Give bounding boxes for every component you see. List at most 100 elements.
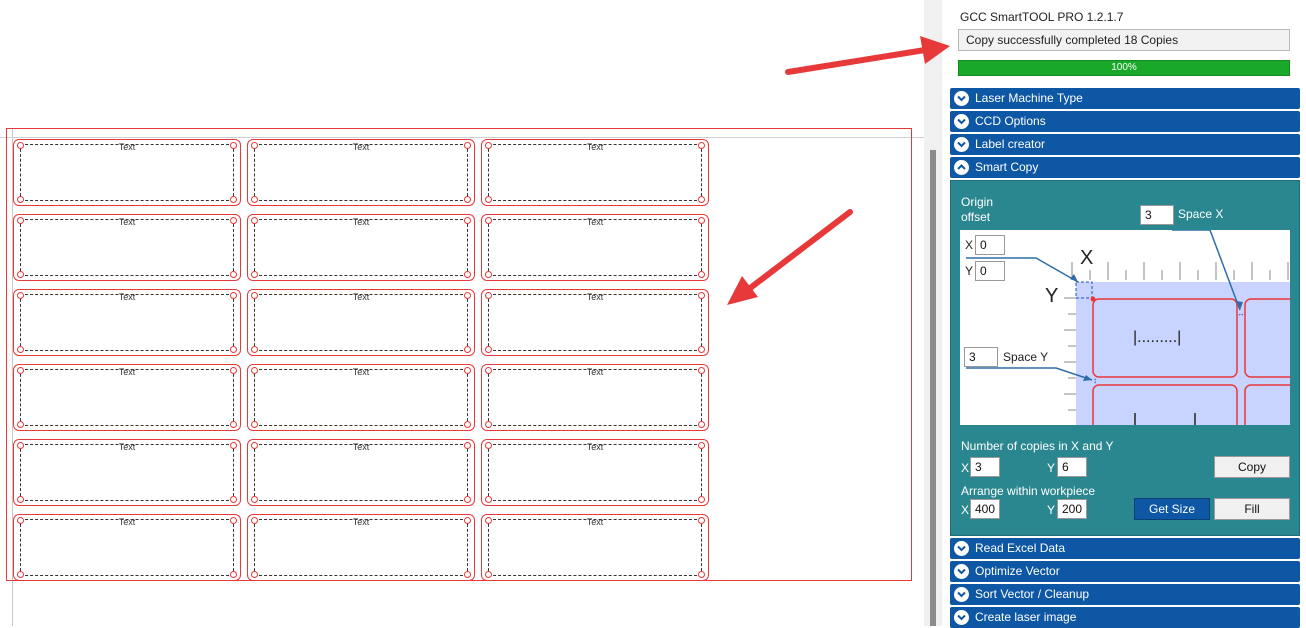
label-inner-border [20, 369, 234, 426]
diagram-workpiece [1076, 282, 1290, 425]
registration-circle-icon [251, 442, 258, 449]
label-copy[interactable]: Text [247, 364, 475, 431]
progress-label: 100% [1111, 62, 1137, 73]
label-text: Text [586, 442, 604, 452]
label-copy[interactable]: Text [481, 439, 709, 506]
section-title: Laser Machine Type [975, 91, 1083, 105]
label-copy[interactable]: Text [481, 139, 709, 206]
label-inner-border [488, 294, 702, 351]
registration-circle-icon [464, 421, 471, 428]
label-copy[interactable]: Text [13, 364, 241, 431]
registration-circle-icon [485, 421, 492, 428]
label-copy[interactable]: Text [13, 289, 241, 356]
section-sort-vector-cleanup[interactable]: Sort Vector / Cleanup [950, 584, 1300, 605]
arrange-y-input[interactable]: 200 [1057, 499, 1087, 519]
copy-button[interactable]: Copy [1214, 456, 1290, 478]
chevron-down-icon [954, 541, 969, 556]
registration-circle-icon [464, 142, 471, 149]
registration-circle-icon [251, 292, 258, 299]
preview-sample-text: |.........| [1133, 329, 1181, 346]
label-inner-border [20, 519, 234, 576]
section-title: Label creator [975, 137, 1046, 151]
label-text: Text [352, 517, 370, 527]
chevron-down-icon [954, 587, 969, 602]
label-copy[interactable]: Text [481, 214, 709, 281]
label-copy[interactable]: Text [247, 139, 475, 206]
copies-y-prefix: Y [1047, 461, 1056, 475]
section-ccd-options[interactable]: CCD Options [950, 111, 1300, 132]
registration-circle-icon [485, 367, 492, 374]
registration-circle-icon [230, 517, 237, 524]
registration-circle-icon [230, 346, 237, 353]
registration-circle-icon [251, 271, 258, 278]
registration-circle-icon [698, 442, 705, 449]
registration-circle-icon [230, 196, 237, 203]
label-text: Text [586, 517, 604, 527]
label-inner-border [20, 294, 234, 351]
label-inner-border [488, 444, 702, 501]
design-canvas[interactable]: Text Text Text Text Text Text Text Text Text Text… [0, 0, 924, 626]
chevron-down-icon [954, 610, 969, 625]
section-title: Sort Vector / Cleanup [975, 587, 1090, 601]
section-title: Optimize Vector [975, 564, 1060, 578]
registration-circle-icon [251, 367, 258, 374]
registration-circle-icon [251, 142, 258, 149]
registration-circle-icon [698, 496, 705, 503]
space-y-input[interactable]: 3 [964, 347, 998, 367]
label-inner-border [254, 444, 468, 501]
origin-x-input[interactable]: 0 [975, 235, 1005, 255]
ruler-left [1064, 297, 1076, 411]
section-laser-machine-type[interactable]: Laser Machine Type [950, 88, 1300, 109]
label-inner-border [20, 444, 234, 501]
label-copy[interactable]: Text [13, 439, 241, 506]
label-text: Text [118, 292, 136, 302]
label-copy[interactable]: Text [247, 214, 475, 281]
registration-circle-icon [230, 421, 237, 428]
copies-label: Number of copies in X and Y [961, 439, 1114, 453]
registration-circle-icon [698, 271, 705, 278]
registration-circle-icon [17, 442, 24, 449]
arrange-y-prefix: Y [1047, 503, 1056, 517]
diagram-axis-y: Y [1045, 285, 1058, 307]
registration-circle-icon [464, 442, 471, 449]
registration-circle-icon [485, 217, 492, 224]
label-copy[interactable]: Text [247, 439, 475, 506]
spacing-diagram: X Y |.........| ↔ ↕ [966, 230, 1290, 425]
fill-button[interactable]: Fill [1214, 498, 1290, 520]
label-copy[interactable]: Text [13, 139, 241, 206]
ruler-top [1071, 262, 1289, 280]
copies-x-prefix: X [961, 461, 970, 475]
registration-circle-icon [464, 367, 471, 374]
section-smart-copy[interactable]: Smart Copy [950, 157, 1300, 178]
canvas-scrollbar-thumb[interactable] [930, 150, 936, 626]
label-copy[interactable]: Text [13, 214, 241, 281]
registration-circle-icon [17, 142, 24, 149]
space-x-input[interactable]: 3 [1140, 205, 1174, 225]
arrange-x-input[interactable]: 400 [970, 499, 1000, 519]
copies-y-input[interactable]: 6 [1057, 457, 1087, 477]
registration-circle-icon [485, 442, 492, 449]
section-create-laser-image[interactable]: Create laser image [950, 607, 1300, 628]
space-x-marker: ↔ [1237, 309, 1245, 318]
label-copy[interactable]: Text [481, 364, 709, 431]
section-read-excel-data[interactable]: Read Excel Data [950, 538, 1300, 559]
label-copy[interactable]: Text [247, 289, 475, 356]
section-optimize-vector[interactable]: Optimize Vector [950, 561, 1300, 582]
section-label-creator[interactable]: Label creator [950, 134, 1300, 155]
label-copy[interactable]: Text [247, 514, 475, 581]
registration-circle-icon [464, 196, 471, 203]
registration-circle-icon [17, 292, 24, 299]
chevron-up-icon [954, 160, 969, 175]
registration-circle-icon [698, 196, 705, 203]
label-copy[interactable]: Text [481, 514, 709, 581]
origin-y-input[interactable]: 0 [975, 261, 1005, 281]
get-size-button[interactable]: Get Size [1134, 498, 1210, 520]
section-title: Smart Copy [975, 160, 1039, 174]
label-copy[interactable]: Text [13, 514, 241, 581]
copies-x-input[interactable]: 3 [970, 457, 1000, 477]
registration-circle-icon [485, 142, 492, 149]
label-text: Text [586, 367, 604, 377]
arrange-x-prefix: X [961, 503, 970, 517]
label-inner-border [254, 294, 468, 351]
label-copy[interactable]: Text [481, 289, 709, 356]
